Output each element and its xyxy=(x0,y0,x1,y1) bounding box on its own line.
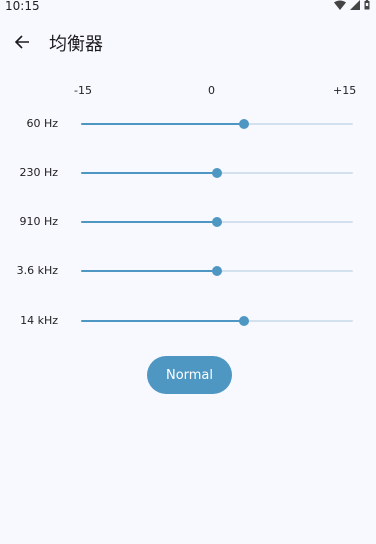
slider-fill xyxy=(81,270,217,272)
band-row: 3.6 kHz xyxy=(0,259,376,283)
page-title: 均衡器 xyxy=(49,34,103,55)
band-label: 910 Hz xyxy=(19,215,58,228)
band-slider[interactable] xyxy=(81,309,353,333)
band-slider[interactable] xyxy=(81,112,353,136)
slider-fill xyxy=(81,172,217,174)
wifi-icon xyxy=(334,0,346,10)
slider-fill xyxy=(81,221,217,223)
slider-thumb[interactable] xyxy=(212,168,222,178)
band-label: 60 Hz xyxy=(26,117,58,130)
band-label: 14 kHz xyxy=(20,314,58,327)
band-label: 230 Hz xyxy=(19,166,58,179)
slider-fill xyxy=(81,123,245,125)
slider-thumb[interactable] xyxy=(239,316,250,326)
slider-thumb[interactable] xyxy=(212,266,222,276)
scale-mid-label: 0 xyxy=(208,84,215,97)
arrow-left-icon xyxy=(14,35,29,49)
preset-button[interactable]: Normal xyxy=(147,356,232,394)
band-row: 230 Hz xyxy=(0,161,376,185)
band-row: 910 Hz xyxy=(0,210,376,234)
app-bar: 均衡器 xyxy=(0,22,376,64)
battery-icon xyxy=(364,0,370,10)
band-row: 14 kHz xyxy=(0,309,376,333)
band-row: 60 Hz xyxy=(0,112,376,136)
slider-fill xyxy=(81,320,245,322)
slider-thumb[interactable] xyxy=(239,119,250,129)
scale-min-label: -15 xyxy=(74,84,92,97)
band-slider[interactable] xyxy=(81,259,353,283)
band-slider[interactable] xyxy=(81,210,353,234)
status-time: 10:15 xyxy=(5,0,40,13)
scale-max-label: +15 xyxy=(333,84,357,97)
band-label: 3.6 kHz xyxy=(16,264,58,277)
signal-icon xyxy=(350,0,360,10)
back-button[interactable] xyxy=(8,28,36,56)
status-bar: 10:15 xyxy=(0,0,376,14)
status-icons xyxy=(334,0,370,10)
band-slider[interactable] xyxy=(81,161,353,185)
slider-thumb[interactable] xyxy=(212,217,222,227)
